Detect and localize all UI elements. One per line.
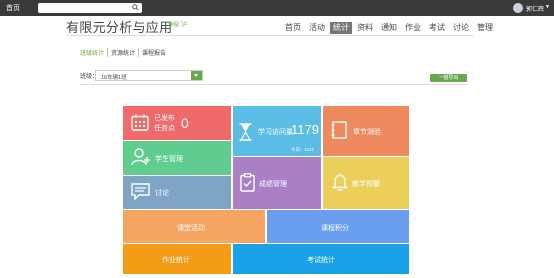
chapter-test-label: 章节测验 <box>353 129 381 136</box>
tile-grade-management[interactable]: 成绩管理 <box>233 157 321 209</box>
search-input[interactable] <box>38 3 142 13</box>
chevron-down-icon <box>194 74 198 77</box>
nav-item-activity[interactable]: 活动 <box>306 22 328 34</box>
nav-item-homework[interactable]: 作业 <box>402 22 424 34</box>
chat-icon <box>131 183 150 200</box>
nav-item-exam[interactable]: 考试 <box>426 22 448 34</box>
tile-chapter-test[interactable]: 章节测验 <box>323 106 409 156</box>
class-select-dropdown-button[interactable] <box>191 71 202 80</box>
hourglass-icon <box>239 123 252 141</box>
tile-course-points[interactable]: 课程积分 <box>267 210 409 243</box>
course-title: 有限元分析与应用 <box>66 20 173 35</box>
course-points-label: 课程积分 <box>321 225 349 232</box>
clipboard-check-icon <box>240 173 255 192</box>
student-management-label: 学生管理 <box>155 156 183 163</box>
teaching-warning-label: 教学预警 <box>352 181 380 188</box>
main-nav: 首页 活动 统计 资料 通知 作业 考试 讨论 管理 <box>282 22 498 34</box>
tile-discussion[interactable]: 讨论 <box>123 176 231 209</box>
course-portal-label[interactable]: 课程门户 <box>168 21 188 28</box>
add-user-icon <box>131 148 150 166</box>
tab-course-report[interactable]: 课程报告 <box>142 48 169 57</box>
nav-item-materials[interactable]: 资料 <box>354 22 376 34</box>
tile-learning-visits[interactable]: 学习访问量 1179 今日：1141 <box>233 106 321 156</box>
home-link[interactable]: 首页 <box>6 3 20 13</box>
nav-item-notice[interactable]: 通知 <box>378 22 400 34</box>
nav-item-manage[interactable]: 管理 <box>474 22 496 34</box>
chevron-down-icon[interactable]: ▼ <box>545 4 550 10</box>
username[interactable]: 郭仁辉 <box>526 4 544 13</box>
export-button[interactable]: 一键导出 <box>430 74 467 82</box>
divider <box>66 35 474 36</box>
bell-icon <box>332 173 348 191</box>
book-icon <box>331 121 347 139</box>
tile-homework-stats[interactable]: 作业统计 <box>123 244 231 274</box>
nav-item-home[interactable]: 首页 <box>282 22 304 34</box>
avatar[interactable] <box>513 3 523 13</box>
tile-class-activity[interactable]: 课堂活动 <box>123 210 265 243</box>
published-label: 已发布 <box>154 115 175 122</box>
tile-exam-stats[interactable]: 考试统计 <box>233 244 409 274</box>
tile-student-management[interactable]: 学生管理 <box>123 141 231 175</box>
homework-stats-label: 作业统计 <box>162 257 190 264</box>
visits-today: 今日：1141 <box>291 147 315 152</box>
nav-item-discussion[interactable]: 讨论 <box>450 22 472 34</box>
nav-item-statistics[interactable]: 统计 <box>330 22 352 34</box>
calendar-icon <box>131 114 149 131</box>
task-points-label: 任务点 <box>154 125 175 132</box>
grade-management-label: 成绩管理 <box>259 181 287 188</box>
tile-teaching-warning[interactable]: 教学预警 <box>323 157 409 209</box>
visits-count: 1179 <box>291 122 319 137</box>
divider <box>80 84 468 85</box>
visits-label: 学习访问量 <box>258 129 293 136</box>
search-icon[interactable] <box>132 4 139 11</box>
class-activity-label: 课堂活动 <box>177 225 205 232</box>
exam-stats-label: 考试统计 <box>307 257 335 264</box>
class-select[interactable]: 16车辆1班 <box>95 70 203 81</box>
tab-class-stats[interactable]: 班级统计 <box>80 48 109 57</box>
tab-resource-stats[interactable]: 资源统计 <box>111 48 140 57</box>
tile-published-tasks[interactable]: 已发布 任务点 0 <box>123 106 231 140</box>
discussion-label: 讨论 <box>155 190 169 197</box>
stats-subtabs: 班级统计 资源统计 课程报告 <box>80 48 172 57</box>
published-count: 0 <box>181 115 189 131</box>
top-bar: 首页 郭仁辉 ▼ <box>0 0 554 16</box>
class-select-value: 16车辆1班 <box>101 75 127 81</box>
